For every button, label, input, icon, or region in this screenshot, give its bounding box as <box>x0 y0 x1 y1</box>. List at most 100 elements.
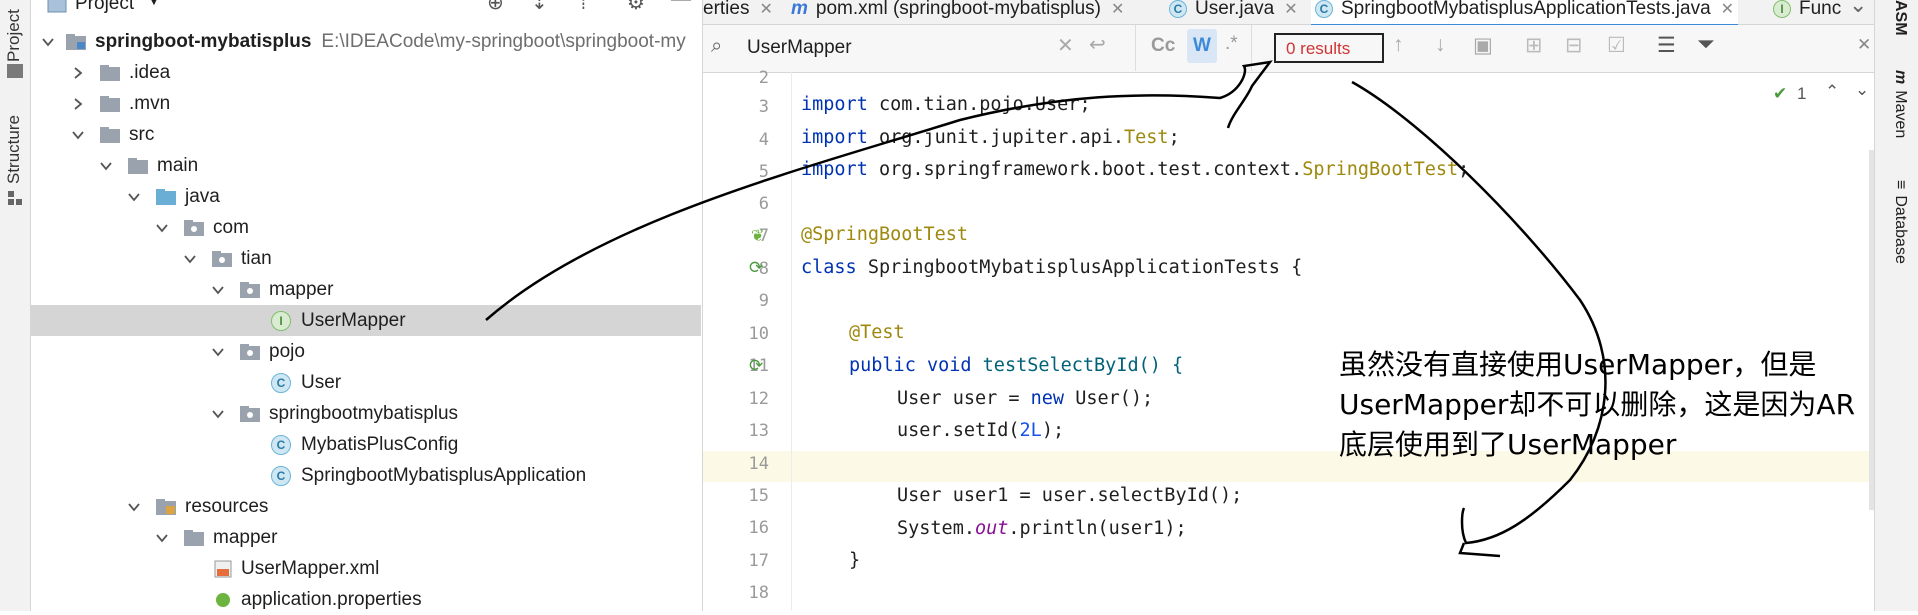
tab-label: pom.xml (springboot-mybatisplus) <box>815 0 1101 19</box>
next-occurrence-icon[interactable]: ↓ <box>1435 33 1446 57</box>
tree-row-usermapper[interactable]: I UserMapper <box>31 305 701 336</box>
tree-row-mybatisplusconfig[interactable]: C MybatisPlusConfig <box>31 429 701 460</box>
close-icon[interactable]: ✕ <box>759 0 772 19</box>
open-in-window-icon[interactable]: ▣ <box>1473 33 1493 58</box>
divider <box>1135 25 1136 71</box>
tree-row-label: tian <box>241 247 272 269</box>
tree-row-src[interactable]: src <box>31 119 701 150</box>
run-test-icon[interactable]: ⟳ <box>749 258 763 278</box>
keyword: new <box>1030 388 1065 409</box>
close-icon[interactable]: ✕ <box>1721 0 1734 19</box>
chevron-right-icon[interactable] <box>71 97 85 111</box>
search-history-icon[interactable]: ↩ <box>1089 32 1106 57</box>
close-icon[interactable]: ✕ <box>1111 0 1124 19</box>
tree-row-com[interactable]: com <box>31 212 701 243</box>
collapse-all-icon[interactable]: ⇡ <box>575 0 592 15</box>
tab-properties[interactable]: erties ✕ <box>703 0 773 24</box>
tree-root-row[interactable]: springboot-mybatisplus E:\IDEACode\my-sp… <box>31 26 701 57</box>
filter-search-results-icon[interactable]: ☰ <box>1657 33 1676 58</box>
chevron-down-icon[interactable] <box>127 500 141 514</box>
class-icon: C <box>1315 0 1333 18</box>
chevron-down-icon[interactable] <box>71 128 85 142</box>
tree-row-resources[interactable]: resources <box>31 491 701 522</box>
chevron-up-icon[interactable]: ⌃ <box>1825 82 1839 102</box>
interface-icon: I <box>271 310 291 331</box>
line-number: 17 <box>748 551 769 571</box>
add-occurrence-icon[interactable]: ⊞ <box>1525 33 1543 58</box>
folder-icon <box>99 126 121 144</box>
maven-tool-tab[interactable]: m Maven <box>1891 70 1909 138</box>
tab-pom-xml[interactable]: m pom.xml (springboot-mybatisplus) ✕ <box>791 0 1124 24</box>
locate-icon[interactable]: ⊕ <box>487 0 504 15</box>
database-tool-tab[interactable]: ≡ Database <box>1891 180 1909 264</box>
tree-row-mapper[interactable]: mapper <box>31 274 701 305</box>
tab-label: Func <box>1799 0 1842 19</box>
inspection-count: 1 <box>1797 84 1807 103</box>
code-line-17: } <box>849 550 861 571</box>
search-results-count: 0 results <box>1286 39 1351 58</box>
expand-all-icon[interactable]: ⇣ <box>531 0 548 15</box>
tab-user-java[interactable]: C User.java ✕ <box>1169 0 1298 24</box>
tree-row-mvn[interactable]: .mvn <box>31 88 701 119</box>
tree-row-label: mapper <box>269 278 334 300</box>
chevron-down-icon[interactable]: ▼ <box>147 0 161 8</box>
chevron-down-icon[interactable] <box>127 190 141 204</box>
tree-row-application-properties[interactable]: application.properties <box>31 584 701 615</box>
project-tool-tab-label: Project <box>4 9 23 62</box>
tree-row-springbootmybatisplus[interactable]: springbootmybatisplus <box>31 398 701 429</box>
project-icon <box>47 0 67 13</box>
line-number: 18 <box>748 583 769 603</box>
tree-row-tian[interactable]: tian <box>31 243 701 274</box>
tree-row-application[interactable]: C SpringbootMybatisplusApplication <box>31 460 701 491</box>
chevron-down-icon[interactable]: ⌄ <box>1855 80 1869 100</box>
select-all-occurrences-icon[interactable]: ☑ <box>1607 33 1626 58</box>
chevron-down-icon[interactable] <box>99 159 113 173</box>
chevron-right-icon[interactable] <box>71 66 85 80</box>
asm-tool-tab[interactable]: ASM <box>1891 0 1909 36</box>
minimize-icon[interactable]: — <box>671 0 691 11</box>
code-text: ; <box>1458 159 1470 180</box>
spring-bean-icon[interactable]: ❦ <box>751 226 764 246</box>
tree-row-user[interactable]: C User <box>31 367 701 398</box>
tab-overflow-chevron-icon[interactable]: ⌄ <box>1849 0 1867 18</box>
chevron-down-icon[interactable] <box>155 221 169 235</box>
chevron-down-icon[interactable] <box>155 531 169 545</box>
tab-application-tests[interactable]: C SpringbootMybatisplusApplicationTests.… <box>1311 0 1739 27</box>
chevron-down-icon[interactable] <box>211 407 225 421</box>
words-toggle[interactable]: W <box>1187 29 1217 63</box>
close-icon[interactable]: ✕ <box>1284 0 1297 19</box>
search-icon[interactable]: ⌕ <box>711 35 722 58</box>
tree-row-usermapper-xml[interactable]: UserMapper.xml <box>31 553 701 584</box>
code-line-10: @Test <box>849 322 905 343</box>
search-input[interactable] <box>745 33 1009 63</box>
tree-row-pojo[interactable]: pojo <box>31 336 701 367</box>
structure-tool-tab[interactable]: Structure <box>4 115 24 184</box>
gear-icon[interactable]: ⚙ <box>627 0 645 15</box>
project-tool-tab[interactable]: Project <box>4 9 24 62</box>
spring-boot-class-icon: C <box>271 465 291 486</box>
chevron-down-icon[interactable] <box>211 283 225 297</box>
tree-row-idea[interactable]: .idea <box>31 57 701 88</box>
previous-occurrence-icon[interactable]: ↑ <box>1393 33 1404 57</box>
tree-root-name: springboot-mybatisplus <box>95 30 312 52</box>
remove-occurrence-icon[interactable]: ⊟ <box>1565 33 1583 58</box>
chevron-down-icon[interactable] <box>183 252 197 266</box>
chevron-down-icon[interactable] <box>211 345 225 359</box>
tree-row-label: resources <box>185 495 269 517</box>
regex-toggle[interactable]: .* <box>1225 33 1238 55</box>
inspection-ok-icon[interactable]: ✔ <box>1773 84 1787 104</box>
line-number-gutter: 2 3 4 5 6 7 8 9 10 11 12 13 14 15 16 17 … <box>703 68 791 611</box>
chevron-down-icon[interactable] <box>41 35 55 49</box>
tab-func[interactable]: I Func <box>1773 0 1841 24</box>
code-line-13: user.setId(2L); <box>897 420 1064 441</box>
run-test-icon[interactable]: ⟳ <box>749 356 763 376</box>
clear-search-icon[interactable]: ✕ <box>1057 33 1074 58</box>
structure-icon <box>7 190 23 206</box>
match-case-toggle[interactable]: Cc <box>1151 35 1175 57</box>
filter-icon[interactable]: ⏷ <box>1697 31 1715 57</box>
tree-row-main[interactable]: main <box>31 150 701 181</box>
tree-row-java[interactable]: java <box>31 181 701 212</box>
close-find-icon[interactable]: ✕ <box>1857 35 1871 55</box>
tree-row-resources-mapper[interactable]: mapper <box>31 522 701 553</box>
divider <box>1251 25 1252 71</box>
